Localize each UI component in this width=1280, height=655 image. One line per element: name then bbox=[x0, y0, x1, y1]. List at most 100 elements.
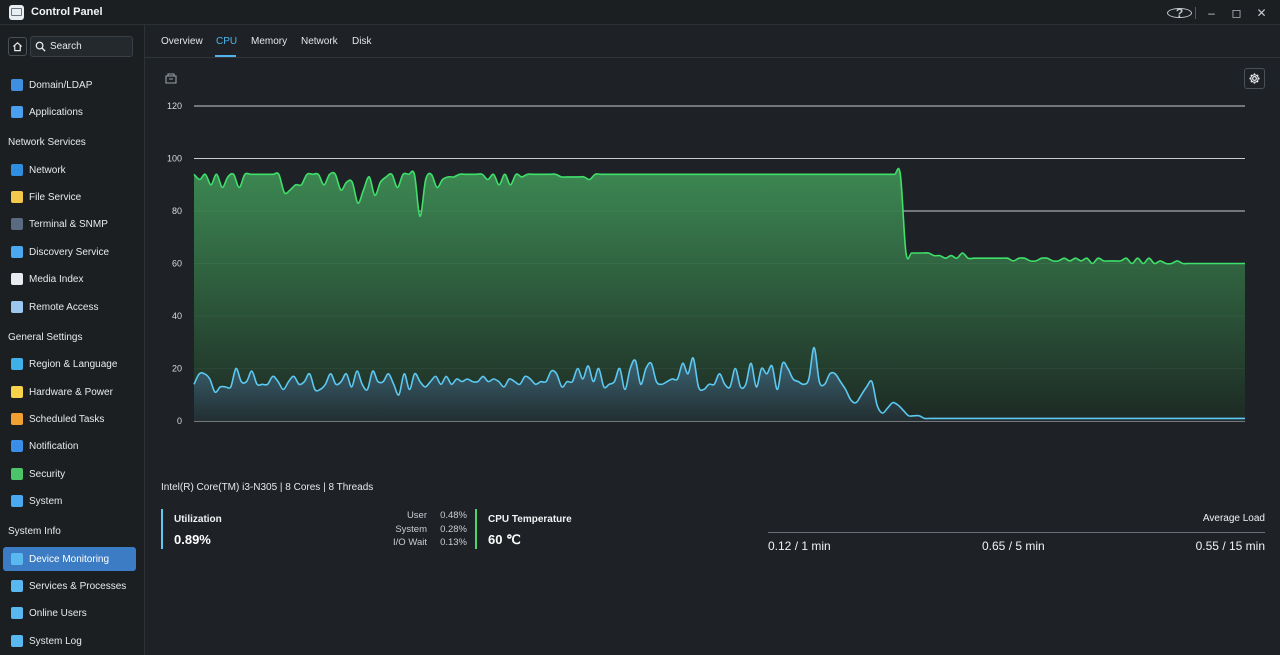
close-button[interactable]: ✕ bbox=[1249, 6, 1274, 20]
breakdown-row: System 0.28% bbox=[353, 524, 467, 538]
minimize-button[interactable]: – bbox=[1199, 6, 1224, 20]
maximize-button[interactable]: ◻ bbox=[1224, 6, 1249, 20]
y-tick-label: 80 bbox=[172, 206, 182, 216]
average-load-title: Average Load bbox=[1202, 513, 1265, 524]
sidebar-item-label: Notification bbox=[29, 440, 79, 452]
sidebar-item-label: System Log bbox=[29, 635, 82, 647]
chart-export-icon[interactable] bbox=[164, 71, 178, 85]
lightbulb-icon bbox=[11, 386, 23, 398]
cloud-icon bbox=[11, 301, 23, 313]
search-icon bbox=[35, 41, 46, 52]
cpu-temperature-card: CPU Temperature 60 ℃ bbox=[475, 509, 635, 549]
home-button[interactable] bbox=[8, 37, 27, 56]
breakdown-row: I/O Wait 0.13% bbox=[353, 537, 467, 551]
utilization-breakdown: User 0.48% System 0.28% I/O Wait 0.13% bbox=[353, 510, 467, 551]
sidebar-item-notification[interactable]: Notification bbox=[3, 434, 136, 458]
help-icon: ? bbox=[1167, 7, 1192, 19]
sidebar-item-device-monitoring[interactable]: Device Monitoring bbox=[3, 547, 136, 571]
globe-icon bbox=[11, 164, 23, 176]
sidebar-item-label: Region & Language bbox=[29, 358, 118, 370]
cpu-temperature-title: CPU Temperature bbox=[488, 514, 572, 525]
breakdown-label: I/O Wait bbox=[393, 537, 427, 548]
sidebar-item-label: Network bbox=[29, 164, 66, 176]
calendar-icon bbox=[11, 413, 23, 425]
terminal-icon bbox=[11, 218, 23, 230]
domain-icon bbox=[11, 79, 23, 91]
sidebar-item-system[interactable]: System bbox=[3, 489, 136, 513]
y-tick-label: 60 bbox=[172, 259, 182, 269]
shield-icon bbox=[11, 468, 23, 480]
sidebar-item-services-processes[interactable]: Services & Processes bbox=[3, 574, 136, 598]
breakdown-value: 0.13% bbox=[440, 537, 467, 548]
y-tick-label: 40 bbox=[172, 311, 182, 321]
controls-divider bbox=[1195, 6, 1196, 19]
window-controls: ? – ◻ ✕ bbox=[1167, 0, 1274, 25]
y-tick-label: 100 bbox=[167, 154, 182, 164]
folder-icon bbox=[11, 191, 23, 203]
sidebar-item-hardware-power[interactable]: Hardware & Power bbox=[3, 380, 136, 404]
utilization-value: 0.89% bbox=[174, 532, 211, 547]
monitor-icon bbox=[11, 495, 23, 507]
load-15min: 0.55 / 15 min bbox=[1195, 539, 1265, 553]
search-input[interactable] bbox=[50, 41, 130, 52]
sidebar-item-applications[interactable]: Applications bbox=[3, 100, 136, 124]
applications-icon bbox=[11, 106, 23, 118]
sidebar-item-label: Scheduled Tasks bbox=[29, 413, 105, 425]
media-index-icon bbox=[11, 273, 23, 285]
gear-icon bbox=[1249, 73, 1260, 84]
sidebar-section-network-services: Network Services bbox=[8, 137, 86, 148]
control-panel-icon bbox=[9, 4, 24, 20]
sidebar-item-scheduled-tasks[interactable]: Scheduled Tasks bbox=[3, 407, 136, 431]
sidebar-item-discovery-service[interactable]: Discovery Service bbox=[3, 240, 136, 264]
tab-memory[interactable]: Memory bbox=[251, 36, 287, 47]
sidebar-item-online-users[interactable]: Online Users bbox=[3, 601, 136, 625]
sidebar-item-file-service[interactable]: File Service bbox=[3, 185, 136, 209]
sidebar-item-domain-ldap[interactable]: Domain/LDAP bbox=[3, 73, 136, 97]
sidebar-item-region-language[interactable]: Region & Language bbox=[3, 352, 136, 376]
active-tab-indicator bbox=[215, 55, 236, 57]
search-box[interactable] bbox=[30, 36, 133, 57]
sidebar-item-label: Terminal & SNMP bbox=[29, 218, 108, 230]
sidebar-item-label: Services & Processes bbox=[29, 580, 127, 592]
title-bar: Control Panel ? – ◻ ✕ bbox=[0, 0, 1280, 25]
tab-disk[interactable]: Disk bbox=[352, 36, 371, 47]
sidebar-item-security[interactable]: Security bbox=[3, 462, 136, 486]
breakdown-label: System bbox=[395, 523, 427, 535]
sidebar-item-network[interactable]: Network bbox=[3, 158, 136, 182]
average-load-divider bbox=[768, 532, 1265, 533]
tab-cpu[interactable]: CPU bbox=[216, 36, 237, 47]
sidebar-item-label: Applications bbox=[29, 106, 83, 118]
region-globe-icon bbox=[11, 358, 23, 370]
user-icon bbox=[11, 607, 23, 619]
cpu-model-info: Intel(R) Core(TM) i3-N305 | 8 Cores | 8 … bbox=[161, 482, 374, 493]
sidebar-item-label: Hardware & Power bbox=[29, 386, 113, 398]
load-1min: 0.12 / 1 min bbox=[768, 539, 831, 553]
utilization-title: Utilization bbox=[174, 514, 222, 525]
home-icon bbox=[12, 42, 23, 52]
sidebar-item-label: File Service bbox=[29, 191, 82, 203]
magnifier-icon bbox=[11, 246, 23, 258]
cpu-chart: 0 20 40 60 80 100 120 bbox=[167, 101, 1245, 426]
sidebar-item-system-log[interactable]: System Log bbox=[3, 629, 136, 653]
tab-network[interactable]: Network bbox=[301, 36, 338, 47]
window-title: Control Panel bbox=[31, 6, 103, 18]
sidebar-section-system-info: System Info bbox=[8, 526, 61, 537]
y-tick-label: 0 bbox=[177, 416, 182, 426]
sidebar-item-label: Discovery Service bbox=[29, 246, 110, 258]
chart-areas bbox=[194, 168, 1245, 421]
sidebar-item-remote-access[interactable]: Remote Access bbox=[3, 295, 136, 319]
sidebar-item-terminal-snmp[interactable]: Terminal & SNMP bbox=[3, 212, 136, 236]
sidebar-item-media-index[interactable]: Media Index bbox=[3, 267, 136, 291]
breakdown-value: 0.28% bbox=[440, 523, 467, 535]
y-axis-ticks: 0 20 40 60 80 100 120 bbox=[167, 101, 182, 426]
tab-overview[interactable]: Overview bbox=[161, 36, 203, 47]
breakdown-row: User 0.48% bbox=[353, 510, 467, 524]
sidebar: Domain/LDAP Applications Network Services N… bbox=[0, 25, 145, 655]
device-monitor-icon bbox=[11, 553, 23, 565]
breakdown-label: User bbox=[406, 510, 427, 521]
sidebar-section-general-settings: General Settings bbox=[8, 332, 83, 343]
sidebar-item-label: Security bbox=[29, 468, 66, 480]
chart-settings-button[interactable] bbox=[1244, 68, 1265, 89]
sidebar-item-label: Media Index bbox=[29, 273, 84, 285]
help-button[interactable]: ? bbox=[1167, 6, 1192, 20]
